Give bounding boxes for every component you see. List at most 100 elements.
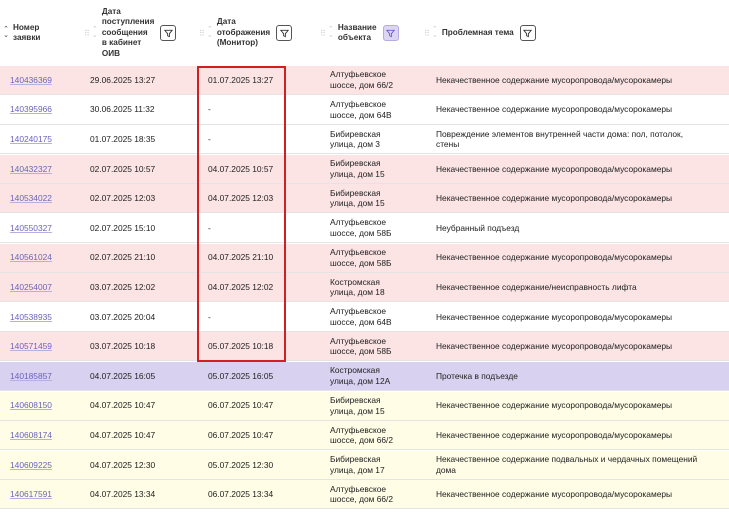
cell-received-date: 29.06.2025 13:27 bbox=[90, 74, 156, 85]
table-row[interactable]: 140608174 04.07.2025 10:47 06.07.2025 10:4… bbox=[0, 421, 729, 451]
request-number-link[interactable]: 140436369 bbox=[10, 75, 52, 86]
problem-topic-line: Некачественное содержание подвальных и ч… bbox=[436, 454, 698, 465]
header-number[interactable]: ⌃ ⌄ Номер заявки bbox=[2, 0, 40, 66]
request-number-link[interactable]: 140432327 bbox=[10, 164, 52, 175]
table-row[interactable]: 140617591 04.07.2025 13:34 06.07.2025 13:3… bbox=[0, 480, 729, 510]
cell-display-date: 05.07.2025 10:18 bbox=[208, 341, 274, 352]
sort-arrows-icon[interactable]: ⌃ ⌄ bbox=[206, 26, 214, 39]
drag-handle-icon[interactable]: ⠿ bbox=[424, 29, 430, 38]
cell-topic: Некачественное содержание мусоропровода/… bbox=[436, 66, 726, 94]
cell-object: Костромская улица, дом 18 bbox=[330, 273, 425, 301]
object-name-line: шоссе, дом 64В bbox=[330, 316, 392, 327]
filter-button-topic[interactable] bbox=[519, 25, 536, 41]
problem-topic-line: Некачественное содержание/неисправность … bbox=[436, 281, 637, 292]
header-received[interactable]: ⠿ ⌃ ⌄ Дата поступления сообщения в кабинет ОИ… bbox=[84, 0, 177, 66]
cell-number: 140185857 bbox=[10, 362, 80, 390]
table-row[interactable]: 140561024 02.07.2025 21:10 04.07.2025 21:1… bbox=[0, 243, 729, 273]
table-header: ⌃ ⌄ Номер заявки ⠿ ⌃ ⌄ Дата поступления сообщ… bbox=[0, 0, 729, 67]
problem-topic-line: дома bbox=[436, 464, 456, 475]
problem-topic: Некачественное содержание мусоропровода/… bbox=[436, 341, 672, 352]
problem-topic-line: Некачественное содержание мусоропровода/… bbox=[436, 400, 673, 411]
object-name: Бибиревская улица, дом 15 bbox=[330, 158, 385, 179]
header-label-line: заявки bbox=[13, 33, 41, 42]
cell-display-date: 06.07.2025 13:34 bbox=[208, 489, 274, 500]
request-number-link[interactable]: 140395966 bbox=[10, 104, 52, 115]
request-number-link[interactable]: 140617591 bbox=[10, 489, 52, 500]
header-topic[interactable]: ⠿ ⌃ ⌄ Проблемная тема bbox=[424, 0, 536, 66]
object-name-line: улица, дом 15 bbox=[330, 198, 385, 209]
drag-handle-icon[interactable]: ⠿ bbox=[84, 29, 90, 38]
sort-arrows-icon[interactable]: ⌃ ⌄ bbox=[2, 26, 10, 39]
problem-topic: Протечка в подъезде bbox=[436, 371, 518, 382]
cell-object: Алтуфьевское шоссе, дом 58Б bbox=[330, 244, 425, 272]
cell-number: 140538935 bbox=[10, 303, 80, 331]
cell-object: Алтуфьевское шоссе, дом 66/2 bbox=[330, 480, 425, 508]
object-name: Бибиревская улица, дом 3 bbox=[330, 129, 381, 150]
request-number-link[interactable]: 140254007 bbox=[10, 282, 52, 293]
table-row[interactable]: 140240175 01.07.2025 18:35 - Бибиревская ули… bbox=[0, 125, 729, 155]
cell-received-date: 04.07.2025 10:47 bbox=[90, 429, 156, 440]
header-display[interactable]: ⠿ ⌃ ⌄ Дата отображения (Монитор) bbox=[199, 0, 293, 66]
problem-topic-line: Некачественное содержание мусоропровода/… bbox=[436, 104, 673, 115]
cell-object: Костромская улица, дом 12А bbox=[330, 362, 425, 390]
cell-display-date: 06.07.2025 10:47 bbox=[208, 429, 274, 440]
request-number-link[interactable]: 140608150 bbox=[10, 400, 52, 411]
cell-display-date: 04.07.2025 12:02 bbox=[208, 281, 274, 292]
filter-button-received[interactable] bbox=[160, 25, 177, 41]
header-label-line: сообщения bbox=[101, 27, 148, 37]
header-label-line: в кабинет bbox=[101, 38, 142, 48]
object-name-line: улица, дом 12А bbox=[330, 376, 391, 386]
header-label-line: Проблемная тема bbox=[441, 27, 514, 37]
request-number-link[interactable]: 140550327 bbox=[10, 223, 52, 234]
cell-topic: Повреждение элементов внутренней части д… bbox=[436, 125, 726, 153]
table-row[interactable]: 140534022 02.07.2025 12:03 04.07.2025 12:0… bbox=[0, 184, 729, 214]
table-row[interactable]: 140436369 29.06.2025 13:27 01.07.2025 13:2… bbox=[0, 66, 729, 95]
header-label-line: Дата bbox=[216, 17, 236, 27]
object-name: Бибиревская улица, дом 15 bbox=[330, 188, 385, 209]
cell-display-date: 06.07.2025 10:47 bbox=[208, 400, 274, 411]
cell-number: 140608174 bbox=[10, 421, 80, 449]
table-row[interactable]: 140395966 30.06.2025 11:32 - Алтуфьевское шо… bbox=[0, 95, 729, 125]
request-number-link[interactable]: 140609225 bbox=[10, 460, 52, 471]
table-row[interactable]: 140571459 03.07.2025 10:18 05.07.2025 10:1… bbox=[0, 332, 729, 362]
request-number-link[interactable]: 140534022 bbox=[10, 193, 52, 204]
sort-arrows-icon[interactable]: ⌃ ⌄ bbox=[91, 26, 99, 39]
object-name-line: улица, дом 18 bbox=[330, 287, 385, 298]
problem-topic: Некачественное содержание мусоропровода/… bbox=[436, 312, 672, 323]
cell-topic: Некачественное содержание мусоропровода/… bbox=[436, 244, 726, 272]
object-name-line: Алтуфьевское bbox=[330, 99, 387, 109]
header-label-line: отображения bbox=[216, 27, 271, 37]
drag-handle-icon[interactable]: ⠿ bbox=[199, 29, 205, 38]
filter-button-object[interactable] bbox=[382, 25, 399, 41]
table-row[interactable]: 140538935 03.07.2025 20:04 - Алтуфьевское шо… bbox=[0, 302, 729, 332]
cell-object: Бибиревская улица, дом 15 bbox=[330, 392, 425, 420]
drag-handle-icon[interactable]: ⠿ bbox=[320, 29, 326, 38]
sort-arrows-icon[interactable]: ⌃ ⌄ bbox=[327, 26, 335, 39]
table-row[interactable]: 140185857 04.07.2025 16:05 05.07.2025 16:0… bbox=[0, 362, 729, 391]
table-row[interactable]: 140550327 02.07.2025 15:10 - Алтуфьевское шо… bbox=[0, 214, 729, 243]
object-name: Алтуфьевское шоссе, дом 64В bbox=[330, 306, 392, 327]
cell-object: Алтуфьевское шоссе, дом 66/2 bbox=[330, 421, 425, 449]
cell-number: 140240175 bbox=[10, 125, 80, 153]
problem-topic: Повреждение элементов внутренней части д… bbox=[436, 129, 683, 150]
object-name-line: Бибиревская bbox=[330, 454, 381, 465]
header-object-label: Название объекта bbox=[338, 23, 377, 44]
table-row[interactable]: 140608150 04.07.2025 10:47 06.07.2025 10:4… bbox=[0, 391, 729, 421]
table-row[interactable]: 140432327 02.07.2025 10:57 04.07.2025 10:5… bbox=[0, 154, 729, 184]
request-number-link[interactable]: 140185857 bbox=[10, 371, 52, 382]
problem-topic-line: Некачественное содержание мусоропровода/… bbox=[436, 311, 673, 322]
table-row[interactable]: 140609225 04.07.2025 12:30 05.07.2025 12:3… bbox=[0, 450, 729, 480]
header-object[interactable]: ⠿ ⌃ ⌄ Название объекта bbox=[320, 0, 399, 66]
cell-display-date: - bbox=[208, 104, 211, 115]
request-number-link[interactable]: 140561024 bbox=[10, 252, 52, 263]
request-number-link[interactable]: 140608174 bbox=[10, 430, 52, 441]
request-number-link[interactable]: 140571459 bbox=[10, 341, 52, 352]
problem-topic: Некачественное содержание мусоропровода/… bbox=[436, 75, 672, 86]
request-number-link[interactable]: 140538935 bbox=[10, 312, 52, 323]
filter-button-display[interactable] bbox=[276, 25, 293, 41]
problem-topic-line: стены bbox=[436, 139, 460, 150]
request-number-link[interactable]: 140240175 bbox=[10, 134, 52, 145]
problem-topic-line: Некачественное содержание мусоропровода/… bbox=[436, 163, 673, 174]
sort-arrows-icon[interactable]: ⌃ ⌄ bbox=[431, 26, 439, 39]
table-row[interactable]: 140254007 03.07.2025 12:02 04.07.2025 12:0… bbox=[0, 273, 729, 303]
